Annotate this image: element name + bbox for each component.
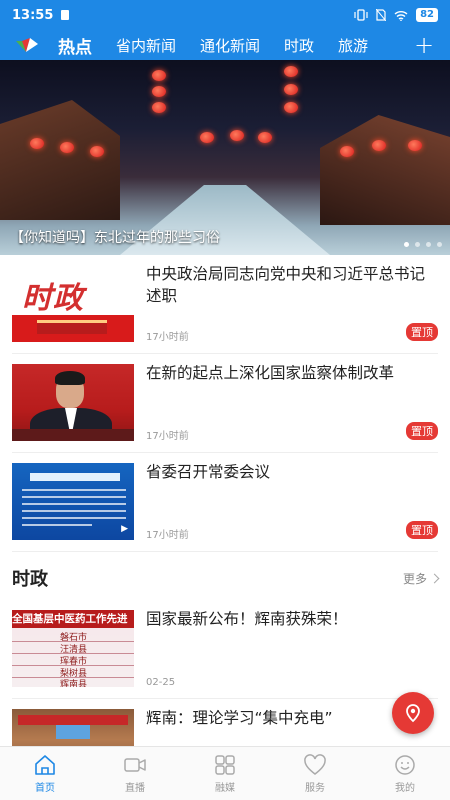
chevron-right-icon: [429, 573, 440, 583]
vibrate-icon: [354, 9, 368, 21]
wifi-icon: [394, 10, 408, 21]
nav-media[interactable]: 融媒: [180, 747, 270, 800]
banner-house-right: [320, 115, 450, 225]
status-time: 13:55: [12, 7, 54, 23]
section-title: 时政: [12, 569, 48, 590]
banner-pagination: [404, 242, 442, 247]
nav-service[interactable]: 服务: [270, 747, 360, 800]
more-link[interactable]: 更多: [402, 570, 440, 587]
banner-caption: 【你知道吗】东北过年的那些习俗: [10, 230, 220, 246]
banner-dot[interactable]: [437, 242, 442, 247]
list-thumbnail: 全国基层中医药工作先进 磐石市 汪清县 珲春市 梨树县 辉南县: [12, 610, 134, 687]
status-right: 82: [354, 8, 438, 22]
nav-label: 服务: [305, 782, 325, 794]
app-root: 13:55 82 热点 省内新闻 通化新闻 时政 旅游 + 【你知道吗】东北过年…: [0, 0, 450, 800]
news-time: 17小时前: [146, 431, 189, 442]
banner-carousel[interactable]: 【你知道吗】东北过年的那些习俗: [0, 60, 450, 255]
pinned-badge: 置顶: [406, 521, 438, 539]
play-icon: ▶: [121, 524, 128, 534]
news-item[interactable]: ▶ 省委召开常委会议 17小时前 置顶: [12, 453, 438, 552]
nav-label: 我的: [395, 782, 415, 794]
add-channel-button[interactable]: +: [404, 31, 444, 59]
doc-header-bar: [30, 473, 120, 481]
politics-section-header: 时政 更多: [12, 560, 440, 596]
battery-indicator: 82: [416, 8, 438, 22]
pinned-badge: 置顶: [406, 422, 438, 440]
tab-travel[interactable]: 旅游: [338, 35, 368, 56]
hot-news-list: 时政 中央政治局同志向党中央和习近平总书记述职 17小时前 置顶 在新的起点上深…: [0, 255, 450, 552]
bottom-navigation: 首页 直播 融媒 服务 我的: [0, 746, 450, 800]
thumb-row: 辉南县: [60, 680, 88, 687]
news-time: 17小时前: [146, 332, 189, 343]
status-left: 13:55: [12, 7, 70, 23]
building-graphic: [37, 320, 107, 334]
tab-politics[interactable]: 时政: [284, 35, 314, 56]
smile-icon: [395, 754, 415, 775]
more-label: 更多: [402, 571, 427, 586]
news-time: 02-25: [146, 677, 176, 688]
document-thumbnail: ▶: [12, 463, 134, 540]
banner-dot[interactable]: [426, 242, 431, 247]
grid-icon: [215, 754, 235, 775]
pinned-badge: 置顶: [406, 323, 438, 341]
sim-card-icon: [61, 10, 70, 20]
nav-label: 融媒: [215, 782, 235, 794]
status-bar: 13:55 82: [0, 0, 450, 30]
no-sim-icon: [376, 9, 387, 21]
home-icon: [35, 754, 55, 775]
tab-hot[interactable]: 热点: [58, 33, 92, 58]
nav-label: 直播: [125, 782, 145, 794]
news-time: 17小时前: [146, 530, 189, 541]
shizheng-thumbnail: 时政: [12, 265, 134, 342]
nav-live[interactable]: 直播: [90, 747, 180, 800]
news-title: 在新的起点上深化国家监察体制改革: [146, 364, 395, 382]
tab-tonghua-news[interactable]: 通化新闻: [200, 35, 260, 56]
heart-icon: [304, 753, 326, 775]
nav-mine[interactable]: 我的: [360, 747, 450, 800]
banner-dot[interactable]: [404, 242, 409, 247]
news-title: 省委召开常委会议: [146, 463, 271, 481]
thumb-text: 时政: [22, 281, 84, 316]
thumb-header: 全国基层中医药工作先进: [12, 610, 134, 628]
portrait-thumbnail: [12, 364, 134, 441]
location-button[interactable]: [392, 692, 434, 734]
banner-dot[interactable]: [415, 242, 420, 247]
news-item[interactable]: 全国基层中医药工作先进 磐石市 汪清县 珲春市 梨树县 辉南县 国家最新公布！辉…: [12, 600, 438, 699]
tab-provincial-news[interactable]: 省内新闻: [116, 35, 176, 56]
news-item[interactable]: 时政 中央政治局同志向党中央和习近平总书记述职 17小时前 置顶: [12, 255, 438, 354]
app-logo-icon: [14, 35, 40, 55]
video-camera-icon: [124, 757, 146, 772]
news-title: 国家最新公布！辉南获殊荣！: [146, 610, 348, 628]
nav-home[interactable]: 首页: [0, 747, 90, 800]
banner-house-left: [0, 100, 120, 220]
location-pin-icon: [406, 704, 420, 723]
channel-tabs: 热点 省内新闻 通化新闻 时政 旅游: [58, 33, 404, 58]
nav-label: 首页: [35, 782, 55, 794]
channel-tab-bar: 热点 省内新闻 通化新闻 时政 旅游 +: [0, 30, 450, 60]
news-title: 中央政治局同志向党中央和习近平总书记述职: [146, 265, 426, 305]
news-item[interactable]: 在新的起点上深化国家监察体制改革 17小时前 置顶: [12, 354, 438, 453]
